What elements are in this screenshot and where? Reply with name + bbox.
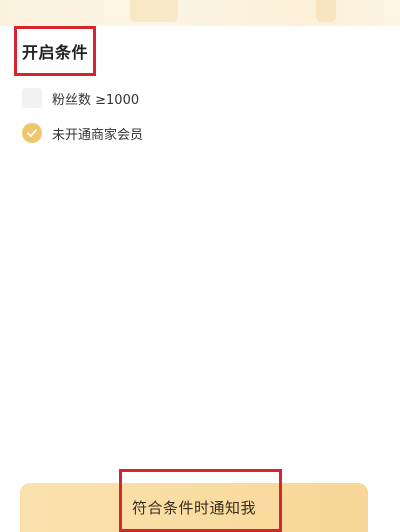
banner-decoration (130, 0, 178, 22)
top-banner-strip (0, 0, 400, 26)
unchecked-box-icon (22, 88, 42, 108)
button-highlight-box (119, 469, 282, 532)
condition-label: 粉丝数 ≥1000 (52, 92, 140, 108)
condition-item-merchant: 未开通商家会员 (22, 122, 143, 144)
condition-label: 未开通商家会员 (52, 127, 144, 143)
banner-decoration (316, 0, 336, 22)
check-circle-icon (22, 123, 42, 143)
condition-item-fans: 粉丝数 ≥1000 (22, 87, 139, 109)
title-highlight-box (14, 26, 96, 76)
